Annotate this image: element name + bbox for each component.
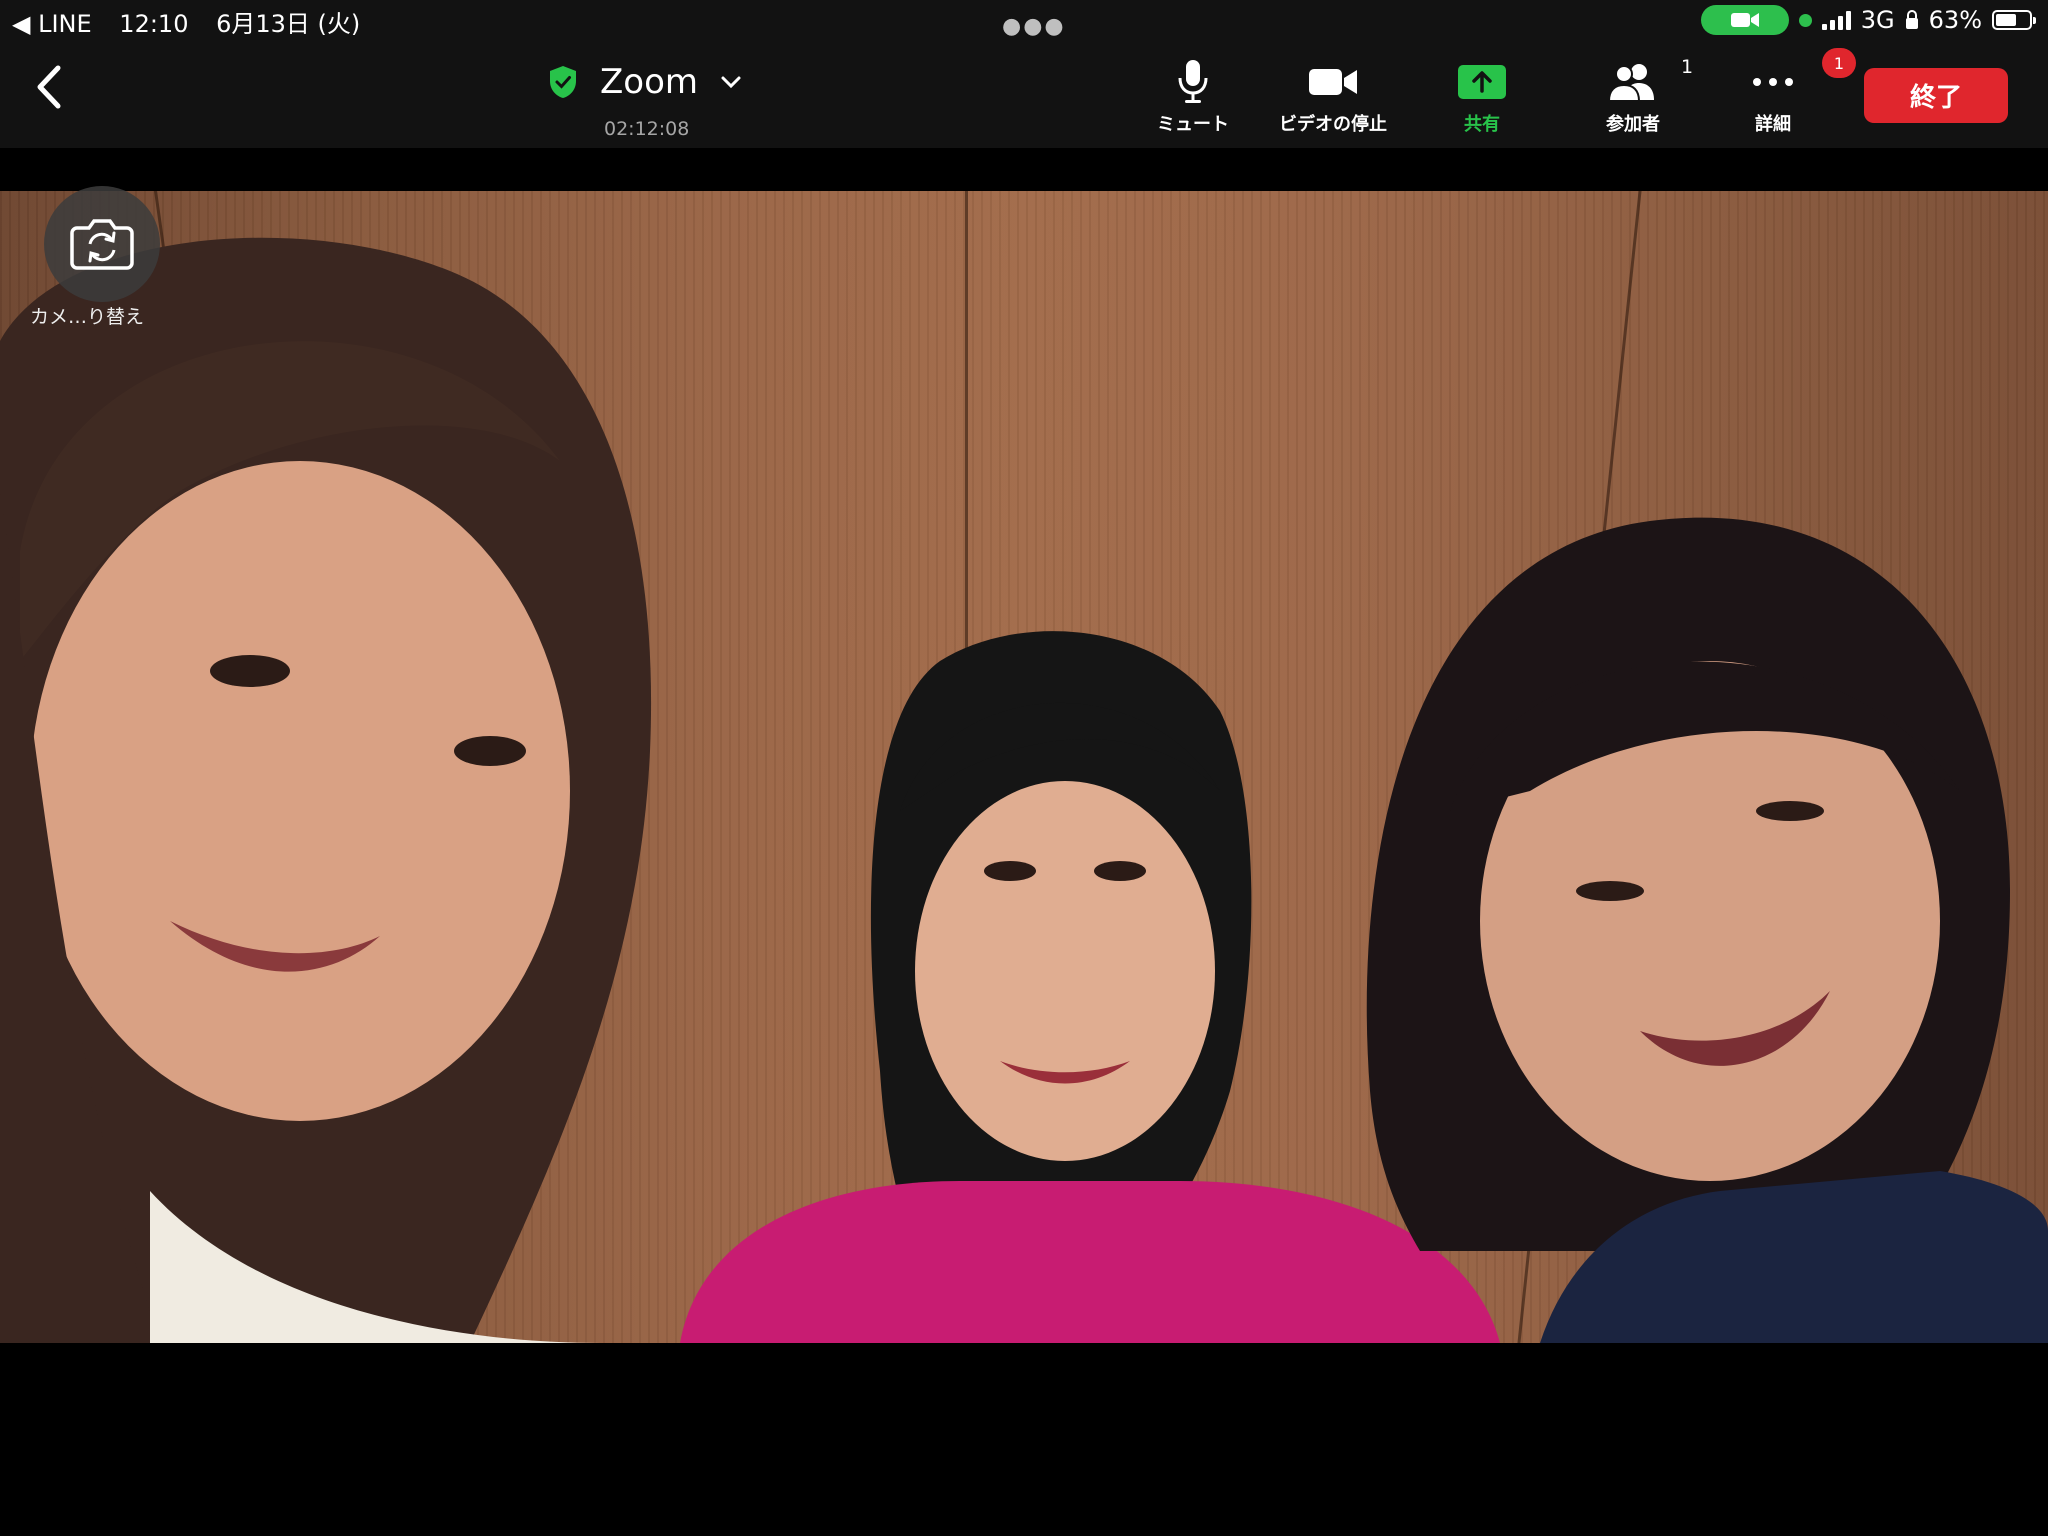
camera-in-use-indicator <box>1700 5 1789 35</box>
stop-video-button[interactable]: ビデオの停止 <box>1263 54 1403 144</box>
video-camera-icon <box>1730 13 1759 27</box>
stop-video-label: ビデオの停止 <box>1279 114 1387 135</box>
meeting-title: Zoom <box>600 62 699 102</box>
chevron-down-icon <box>721 76 741 89</box>
multitasking-dots-icon[interactable]: ●●● <box>1002 14 1066 39</box>
mute-button[interactable]: ミュート <box>1123 54 1263 144</box>
orientation-lock-icon <box>1905 10 1919 30</box>
cellular-signal-icon <box>1821 10 1851 30</box>
status-bar: ◀ LINE 12:10 6月13日 (火) ●●● 3G 63% <box>0 0 2048 40</box>
more-notification-badge: 1 <box>1822 48 1856 78</box>
camera-flip-icon <box>70 219 134 270</box>
share-label: 共有 <box>1464 114 1500 135</box>
participants-button[interactable]: 1 参加者 <box>1563 54 1703 144</box>
mute-label: ミュート <box>1157 114 1229 135</box>
network-type: 3G <box>1860 6 1895 34</box>
status-left: ◀ LINE 12:10 6月13日 (火) <box>12 4 380 39</box>
more-label: 詳細 <box>1755 114 1791 135</box>
microphone-icon <box>1178 60 1208 103</box>
flip-camera-label: カメ…り替え <box>30 306 145 328</box>
participants-icon <box>1607 64 1654 102</box>
back-chevron-icon[interactable] <box>30 62 70 112</box>
meeting-toolbar: Zoom 02:12:08 ミュート ビデオの停止 共有 1 参加者 1 詳細 … <box>0 40 2048 148</box>
video-camera-icon <box>1309 69 1357 95</box>
battery-icon <box>1992 10 2036 30</box>
end-meeting-button[interactable]: 終了 <box>1864 68 2008 123</box>
participants-count: 1 <box>1681 56 1694 78</box>
camera-active-dot-icon <box>1798 13 1812 27</box>
battery-percent: 63% <box>1928 6 1982 34</box>
back-to-app-link[interactable]: ◀ LINE <box>12 10 92 38</box>
status-time: 12:10 <box>119 10 189 38</box>
video-feed <box>0 191 2048 1343</box>
meeting-title-dropdown[interactable]: Zoom <box>548 62 742 102</box>
encryption-shield-icon <box>550 66 576 98</box>
share-arrow-icon <box>1458 65 1506 99</box>
status-date: 6月13日 (火) <box>216 10 361 38</box>
share-screen-button[interactable]: 共有 <box>1412 54 1552 144</box>
meeting-timer: 02:12:08 <box>604 118 690 140</box>
more-button[interactable]: 1 詳細 <box>1703 48 1856 144</box>
more-dots-icon <box>1753 78 1793 86</box>
status-right: 3G 63% <box>1700 4 2036 36</box>
participants-video-image <box>0 237 2048 1343</box>
participants-label: 参加者 <box>1606 114 1660 135</box>
flip-camera-button[interactable] <box>44 186 160 302</box>
